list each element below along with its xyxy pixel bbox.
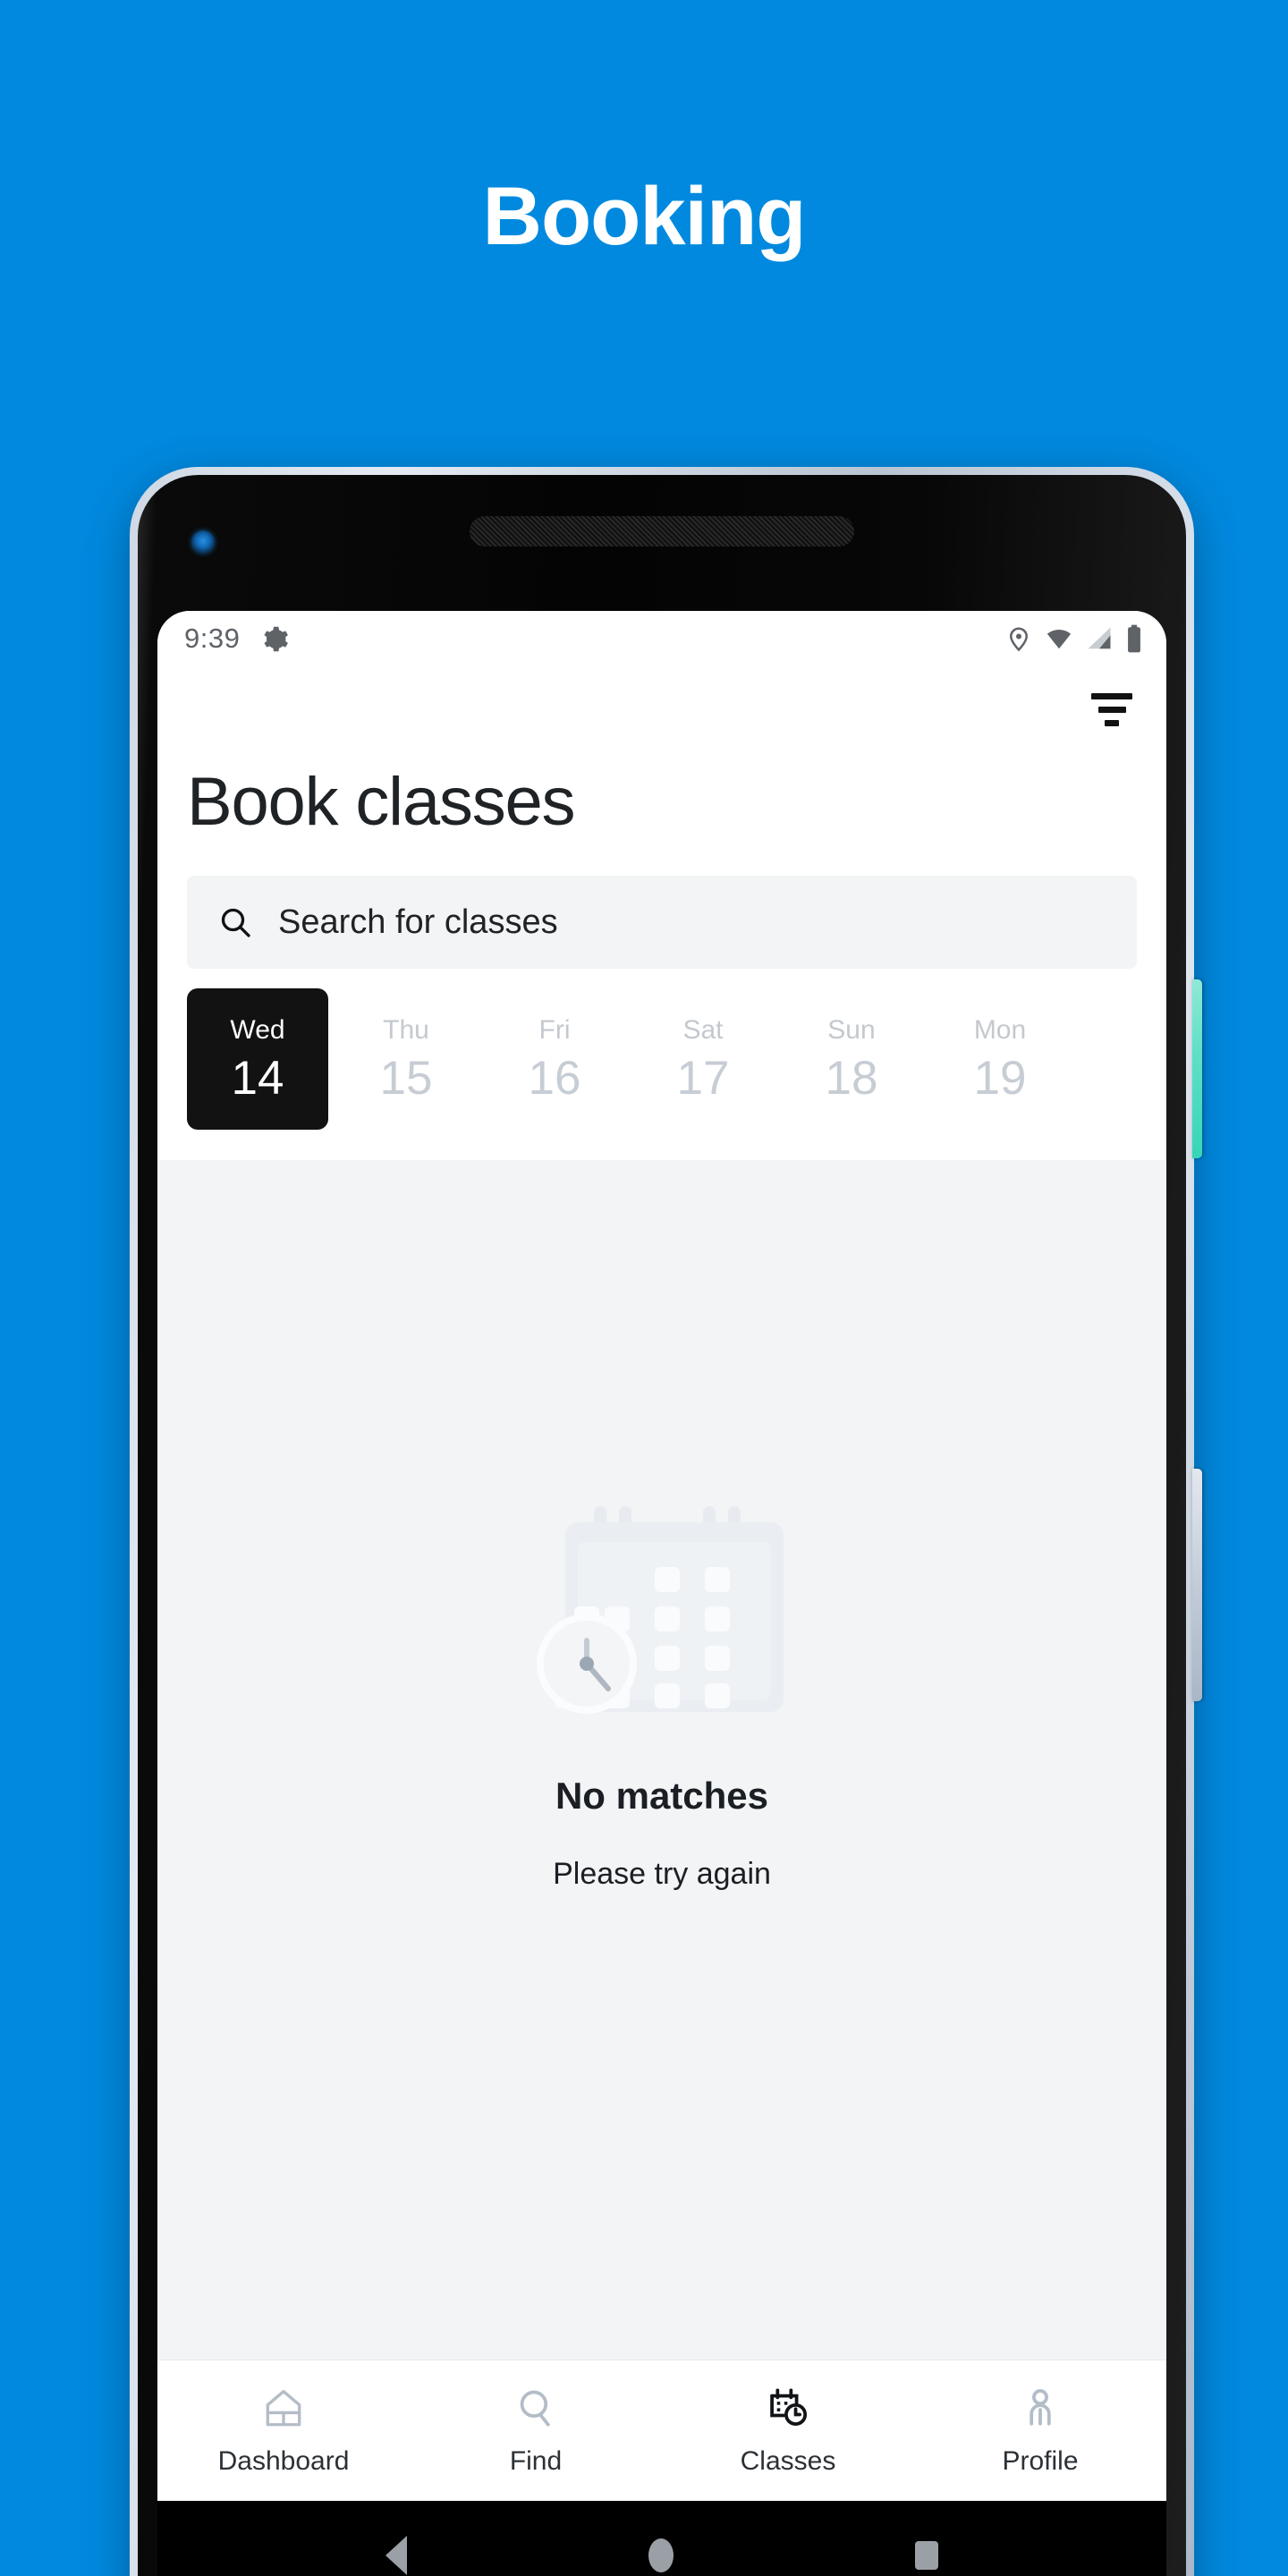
status-bar: 9:39 (157, 611, 1166, 666)
app-bar (157, 666, 1166, 752)
date-chip-dow: Mon (973, 1014, 1027, 1045)
date-chip-day: 18 (825, 1051, 878, 1105)
nav-item-dashboard[interactable]: Dashboard (157, 2385, 410, 2477)
date-chip-dow: Sun (827, 1014, 876, 1045)
date-chip-day: 19 (973, 1051, 1027, 1105)
date-chip-thu-15[interactable]: Thu 15 (335, 988, 477, 1130)
nav-label-classes: Classes (740, 2445, 836, 2476)
date-chip-day: 17 (676, 1051, 730, 1105)
earpiece-speaker (470, 516, 854, 547)
phone-frame: 9:39 Book classes Search for classes Wed… (130, 467, 1202, 2576)
date-chip-day: 16 (528, 1051, 581, 1105)
date-chip-dow: Wed (230, 1014, 285, 1045)
power-button[interactable] (1192, 979, 1202, 1158)
nav-label-profile: Profile (1002, 2445, 1079, 2476)
promo-title: Booking (482, 171, 807, 262)
back-triangle-icon[interactable] (386, 2536, 407, 2575)
date-chip-sat-17[interactable]: Sat 17 (632, 988, 774, 1130)
page-title: Book classes (187, 764, 576, 840)
date-chip-dow: Fri (538, 1014, 571, 1045)
filter-icon[interactable] (1091, 692, 1132, 726)
calendar-clock-icon (770, 2388, 808, 2426)
nav-item-classes[interactable]: Classes (662, 2385, 914, 2477)
date-chip-dow: Thu (383, 1014, 429, 1045)
search-icon (520, 2390, 550, 2427)
home-icon (266, 2389, 301, 2426)
nav-item-find[interactable]: Find (410, 2385, 662, 2477)
date-chip-day: 15 (379, 1051, 433, 1105)
person-icon (1030, 2388, 1051, 2426)
phone-screen: 9:39 Book classes Search for classes Wed… (157, 611, 1166, 2576)
date-chip-wed-14[interactable]: Wed 14 (187, 988, 328, 1130)
android-system-nav (157, 2501, 1166, 2576)
front-camera-icon (191, 530, 215, 554)
nav-label-find: Find (509, 2445, 563, 2476)
date-strip: Wed 14 Thu 15 Fri 16 Sat 17 Sun 18 Mon 1… (187, 969, 1137, 1160)
bottom-navigation: Dashboard Find Classes Profile (157, 2360, 1166, 2501)
phone-bezel: 9:39 Book classes Search for classes Wed… (138, 475, 1186, 2576)
wifi-icon (1046, 630, 1072, 649)
recents-square-icon[interactable] (915, 2541, 938, 2570)
battery-icon (1128, 624, 1140, 653)
date-chip-dow: Sat (682, 1014, 724, 1045)
search-icon (221, 908, 250, 937)
nav-item-profile[interactable]: Profile (914, 2385, 1166, 2477)
date-chip-fri-16[interactable]: Fri 16 (484, 988, 625, 1130)
date-chip-mon-19[interactable]: Mon 19 (929, 988, 1071, 1130)
home-circle-icon[interactable] (648, 2538, 674, 2572)
volume-button[interactable] (1192, 1469, 1202, 1701)
gear-icon (259, 624, 289, 654)
status-bar-time: 9:39 (184, 623, 241, 654)
location-pin-icon (1009, 627, 1029, 652)
date-chip-day: 14 (231, 1051, 284, 1105)
header-block: Book classes Search for classes Wed 14 T… (157, 752, 1166, 1160)
empty-state-title: No matches (555, 1775, 769, 1817)
nav-label-dashboard: Dashboard (217, 2445, 350, 2476)
calendar-clock-illustration-icon (537, 1506, 784, 1714)
cell-signal-icon (1088, 627, 1111, 649)
status-bar-icons (1005, 624, 1143, 653)
date-chip-sun-18[interactable]: Sun 18 (781, 988, 922, 1130)
phone-top-bezel (157, 491, 1166, 611)
class-list-empty-state: No matches Please try again (157, 1160, 1166, 2360)
empty-state-subtitle: Please try again (553, 1857, 771, 1891)
search-input[interactable]: Search for classes (187, 876, 1137, 969)
search-placeholder: Search for classes (278, 902, 558, 941)
